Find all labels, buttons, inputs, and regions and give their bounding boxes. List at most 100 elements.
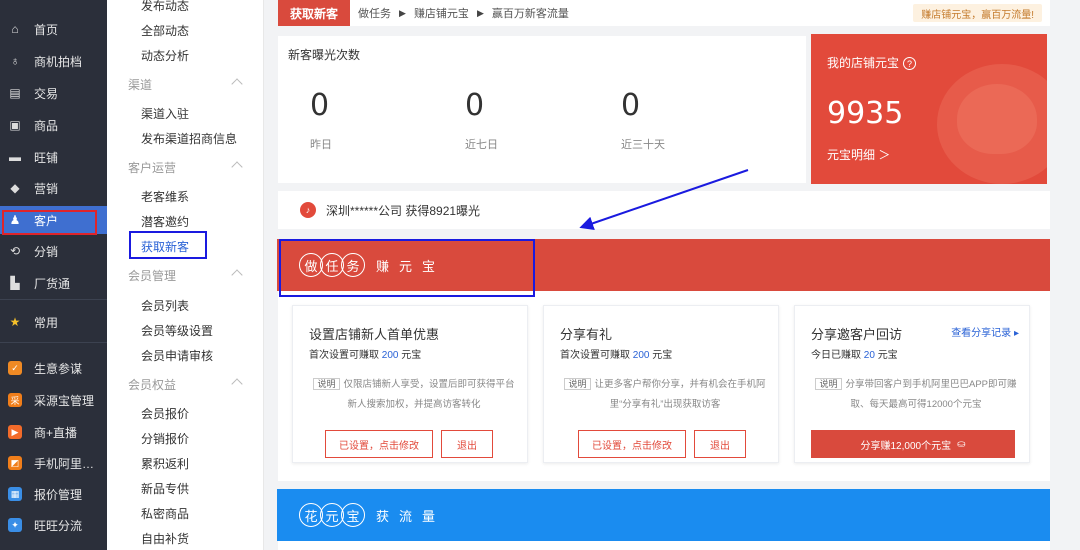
sub-category-channel[interactable]: 渠道 — [128, 76, 152, 93]
nav-item-trade[interactable]: ▤ 交易 — [0, 79, 107, 107]
task-description: 说明 仅限店铺新人享受，设置后即可获得平台新人搜索加权，并提高访客转化 — [309, 374, 519, 415]
stat-label-yesterday: 昨日 — [310, 139, 332, 151]
chevron-up-icon[interactable] — [231, 378, 243, 390]
sub-item-member-list[interactable]: 会员列表 — [141, 297, 189, 314]
handshake-icon: ♁ — [10, 54, 20, 68]
annotation-highlight-customer — [2, 210, 97, 235]
bell-icon: ♪ — [300, 202, 316, 218]
share-record-link[interactable]: 查看分享记录 ▸ — [951, 324, 1019, 339]
stats-title: 新客曝光次数 — [288, 48, 361, 62]
nav-item-partner[interactable]: ♁ 商机拍档 — [0, 47, 107, 75]
nav-divider — [0, 342, 107, 343]
sub-item-feed-analysis[interactable]: 动态分析 — [141, 47, 189, 64]
reward-prefix: 首次设置可赚取 — [560, 350, 630, 361]
stat-value-30days: 0 — [621, 88, 641, 123]
left-nav: ⌂ 首页 ♁ 商机拍档 ▤ 交易 ▣ 商品 ▬ 旺铺 ◆ 营销 ♟ 客户 ⟲ 分销 ▙ 厂货通 ★… — [0, 0, 107, 550]
live-icon: ▶ — [8, 425, 22, 439]
task-reward: 首次设置可赚取 200 元宝 — [309, 346, 421, 361]
nav-item-common[interactable]: ★ 常用 — [0, 308, 107, 336]
yuanbao-card: 我的店铺元宝? 9935 元宝明细 ＞ — [811, 34, 1047, 184]
nav-divider — [0, 299, 107, 300]
nav-item-home[interactable]: ⌂ 首页 — [0, 15, 107, 43]
yuanbao-title-text: 我的店铺元宝 — [827, 56, 900, 70]
sub-item-member-review[interactable]: 会员申请审核 — [141, 347, 213, 364]
nav-item-factory[interactable]: ▙ 厂货通 — [0, 269, 107, 297]
reward-amount: 200 — [632, 350, 650, 361]
sub-item-all-feed[interactable]: 全部动态 — [141, 22, 189, 39]
notice-bar: ♪ 深圳******公司 获得8921曝光 — [278, 191, 1050, 229]
chevron-up-icon[interactable] — [231, 269, 243, 281]
chevron-up-icon[interactable] — [231, 78, 243, 90]
breadcrumb-step: 赚店铺元宝 — [413, 8, 469, 20]
content-panel — [278, 541, 1050, 550]
exit-button[interactable]: 退出 — [694, 430, 746, 458]
app-item-quote[interactable]: ▦ 报价管理 — [0, 480, 107, 508]
nav-label: 交易 — [34, 86, 59, 101]
app-item-wangwang[interactable]: ✦ 旺旺分流 — [0, 511, 107, 539]
nav-label: 厂货通 — [34, 276, 71, 291]
description-text: 分享带回客户到手机阿里巴巴APP即可赚取、每天最高可得12000个元宝 — [845, 379, 1017, 410]
sub-item-channel-join[interactable]: 渠道入驻 — [141, 105, 189, 122]
business-advisor-icon: ✓ — [8, 361, 22, 375]
ingot-icon: ⛀ — [957, 438, 966, 450]
task-description: 说明 分享带回客户到手机阿里巴巴APP即可赚取、每天最高可得12000个元宝 — [811, 374, 1021, 415]
sub-item-rebate[interactable]: 累积返利 — [141, 455, 189, 472]
stat-value-yesterday: 0 — [310, 88, 330, 123]
seal-char: 宝 — [341, 503, 365, 527]
mobile-ali-icon: ◩ — [8, 456, 22, 470]
sub-item-prospects[interactable]: 潜客邀约 — [141, 213, 189, 230]
nav-label: 商机拍档 — [34, 54, 83, 69]
app-label: 采源宝管理 — [34, 393, 95, 408]
sub-item-private-products[interactable]: 私密商品 — [141, 505, 189, 522]
reward-amount: 20 — [863, 350, 875, 361]
arrow-right-icon: ▶ — [399, 7, 406, 18]
sub-item-new-products[interactable]: 新品专供 — [141, 480, 189, 497]
sub-category-customer-ops[interactable]: 客户运营 — [128, 159, 176, 176]
sub-item-publish-feed[interactable]: 发布动态 — [141, 0, 189, 14]
arrow-right-icon: ▶ — [476, 7, 484, 18]
app-label: 报价管理 — [34, 487, 83, 502]
breadcrumb-current[interactable]: 获取新客 — [278, 0, 351, 26]
nav-item-product[interactable]: ▣ 商品 — [0, 111, 107, 139]
share-earn-label: 分享赚12,000个元宝 — [860, 440, 952, 452]
breadcrumb: 获取新客 做任务 ▶ 赚店铺元宝 ▶ 赢百万新客流量 赚店铺元宝，赢百万流量! — [278, 0, 1050, 26]
sub-item-old-customers[interactable]: 老客维系 — [141, 188, 189, 205]
chevron-up-icon[interactable] — [231, 161, 243, 173]
app-item-caiyuanbao[interactable]: 采采源宝管理 — [0, 386, 107, 414]
home-icon: ⌂ — [11, 22, 19, 36]
app-label: 手机阿里… — [34, 456, 95, 471]
info-tag: 说明 — [564, 378, 591, 390]
nav-item-marketing[interactable]: ◆ 营销 — [0, 174, 107, 202]
nav-item-distribution[interactable]: ⟲ 分销 — [0, 237, 107, 265]
app-item-business-advisor[interactable]: ✓ 生意参谋 — [0, 354, 107, 382]
task-title: 分享邀客户回访 — [811, 327, 903, 342]
app-item-live[interactable]: ▶ 商+直播 — [0, 418, 107, 446]
star-icon: ★ — [9, 315, 21, 329]
yuanbao-title: 我的店铺元宝? — [827, 54, 917, 71]
sub-item-member-quote[interactable]: 会员报价 — [141, 405, 189, 422]
sub-category-member-benefits[interactable]: 会员权益 — [128, 376, 176, 393]
quote-icon: ▦ — [8, 487, 22, 501]
sub-item-restock[interactable]: 自由补货 — [141, 530, 189, 547]
sub-item-member-levels[interactable]: 会员等级设置 — [141, 322, 213, 339]
info-tag: 说明 — [313, 378, 340, 390]
task-title: 分享有礼 — [560, 327, 613, 342]
reward-suffix: 元宝 — [877, 350, 898, 361]
nav-label: 分销 — [34, 244, 59, 259]
sub-item-distribution-quote[interactable]: 分销报价 — [141, 430, 189, 447]
sub-category-member-mgmt[interactable]: 会员管理 — [128, 267, 176, 284]
modify-button[interactable]: 已设置，点击修改 — [578, 430, 686, 458]
help-icon[interactable]: ? — [903, 57, 917, 71]
reward-prefix: 今日已赚取 — [811, 350, 861, 361]
sub-item-channel-recruit[interactable]: 发布渠道招商信息 — [141, 130, 237, 147]
task-list: 设置店铺新人首单优惠 首次设置可赚取 200 元宝 说明 仅限店铺新人享受，设置后… — [278, 291, 1050, 481]
ingot-decoration — [957, 84, 1037, 154]
app-item-mobile-ali[interactable]: ◩ 手机阿里… — [0, 449, 107, 477]
share-earn-button[interactable]: 分享赚12,000个元宝 ⛀ — [811, 430, 1015, 458]
yuanbao-detail-link[interactable]: 元宝明细 ＞ — [827, 146, 890, 163]
app-label: 生意参谋 — [34, 361, 83, 376]
stat-label-30days: 近三十天 — [621, 139, 665, 151]
modify-button[interactable]: 已设置，点击修改 — [325, 430, 433, 458]
exit-button[interactable]: 退出 — [441, 430, 493, 458]
nav-item-shop[interactable]: ▬ 旺铺 — [0, 143, 107, 171]
